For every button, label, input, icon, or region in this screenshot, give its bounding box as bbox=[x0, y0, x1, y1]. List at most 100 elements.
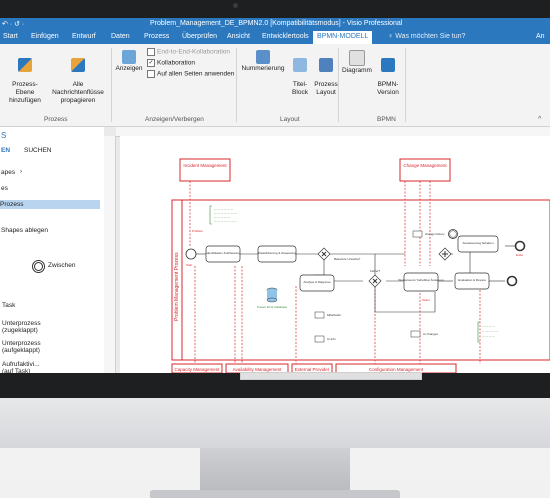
task-identifikation-label: Identifikation & Erfassung bbox=[206, 251, 240, 255]
prozess-ebene-label: Prozess-Ebene hinzufügen bbox=[9, 81, 41, 104]
desktop-scene: ↶ · ↺ · Problem_Management_DE_BPMN2.0 [K… bbox=[0, 0, 550, 498]
shapes-header: S bbox=[1, 131, 7, 140]
group-bpmn: BPMN bbox=[377, 116, 396, 123]
svg-text:— — — — — — —: — — — — — — — bbox=[214, 220, 237, 223]
pool-label: Problem Management Prozess bbox=[174, 252, 180, 321]
tell-me-search[interactable]: ♀ Was möchten Sie tun? bbox=[388, 33, 465, 40]
box-change-label: Change Management bbox=[403, 163, 447, 168]
envelope-icon bbox=[412, 230, 423, 238]
tab-daten[interactable]: Daten bbox=[111, 33, 130, 40]
checkbox-box bbox=[147, 48, 155, 56]
auf-allen-seiten-label: Auf allen Seiten anwenden bbox=[157, 70, 235, 78]
tab-start[interactable]: Start bbox=[3, 33, 18, 40]
task-klassifizierung-label: Klassifizierung & Zuweisung bbox=[258, 251, 296, 255]
bpmn-version-icon bbox=[381, 58, 395, 72]
nachrichtenfluesse-button[interactable]: Alle Nachrichtenflüsse propagieren bbox=[46, 50, 110, 105]
gateway-label: Bekannte Ursache? bbox=[334, 257, 361, 261]
task-workaround-label: Workaround / behebbar Änderung bbox=[398, 278, 444, 282]
stencil-list-item[interactable]: apes bbox=[1, 169, 15, 176]
vertical-ruler bbox=[104, 136, 116, 373]
flow-label-problem: Problem bbox=[192, 229, 204, 233]
process-layout-icon bbox=[319, 58, 333, 72]
titel-block-label: Titel- Block bbox=[292, 81, 308, 96]
svg-text:— — — — —: — — — — — bbox=[482, 330, 498, 333]
process-level-icon bbox=[18, 58, 32, 72]
ribbon-tabs: Start Einfügen Entwurf Daten Prozess Übe… bbox=[0, 31, 550, 44]
titel-block-button[interactable]: Titel- Block bbox=[288, 50, 312, 97]
horizontal-scrollbar[interactable] bbox=[240, 372, 422, 380]
kollaboration-checkbox[interactable]: ✓ Kollaboration bbox=[147, 59, 195, 67]
collapse-ribbon-icon[interactable]: ^ bbox=[538, 116, 541, 123]
stencil-unterprozess-auf[interactable]: Unterprozess (aufgeklappt) bbox=[2, 340, 52, 354]
e2e-kollaboration-checkbox[interactable]: End-to-End-Kollaboration bbox=[147, 48, 230, 56]
tab-entwicklertools[interactable]: Entwicklertools bbox=[262, 33, 309, 40]
stencil-zwischen[interactable]: Zwischen bbox=[48, 262, 75, 269]
task-aussteuerung-label: Aussteuerung beheben bbox=[462, 241, 493, 245]
stencil-aufruf-task[interactable]: Aufrufaktivi... (auf Task) bbox=[2, 361, 52, 373]
bpmn-version-label: BPMN- Version bbox=[377, 81, 399, 96]
tasks bbox=[205, 235, 499, 292]
task-workaround[interactable] bbox=[403, 272, 439, 292]
separator bbox=[236, 48, 237, 122]
start-event-icon[interactable] bbox=[185, 248, 197, 260]
message-flow-icon bbox=[71, 58, 85, 72]
lightbulb-icon: ♀ bbox=[388, 33, 394, 40]
svg-text:— — — — — —: — — — — — — bbox=[214, 208, 234, 211]
flow-label-start: Start bbox=[186, 263, 193, 267]
stencil-task[interactable]: Task bbox=[2, 302, 15, 309]
tab-prozess[interactable]: Prozess bbox=[144, 33, 169, 40]
prozess-layout-label: Prozess Layout bbox=[314, 81, 338, 96]
stencil-list-item[interactable]: es bbox=[1, 185, 8, 192]
bpmn-diagram: Problem Management Prozess Incident Mana… bbox=[171, 158, 550, 373]
stencil-list-item-selected[interactable]: Prozess bbox=[0, 200, 100, 209]
group-prozess: Prozess bbox=[44, 116, 68, 123]
quick-access-toolbar[interactable]: ↶ · ↺ · bbox=[2, 20, 24, 28]
camera-icon bbox=[233, 3, 238, 8]
show-icon bbox=[122, 50, 136, 64]
bpmn-version-button[interactable]: BPMN- Version bbox=[375, 50, 401, 97]
anzeigen-button[interactable]: Anzeigen bbox=[114, 50, 144, 73]
annotation-change-history: change history bbox=[425, 232, 445, 236]
tab-ueberpruefen[interactable]: Überprüfen bbox=[182, 33, 217, 40]
title-bar: ↶ · ↺ · Problem_Management_DE_BPMN2.0 [K… bbox=[0, 18, 550, 31]
svg-text:— — — — —: — — — — — bbox=[214, 216, 230, 219]
prozess-ebene-button[interactable]: Prozess-Ebene hinzufügen bbox=[3, 50, 47, 105]
box-incident-label: Incident Management bbox=[183, 163, 227, 168]
tab-ansicht[interactable]: Ansicht bbox=[227, 33, 250, 40]
tab-bpmn-modell[interactable]: BPMN-MODELL bbox=[313, 31, 373, 44]
tab-shapes[interactable]: EN bbox=[1, 147, 10, 154]
ribbon: Prozess-Ebene hinzufügen Alle Nachrichte… bbox=[0, 44, 550, 127]
user-account[interactable]: An bbox=[536, 33, 545, 40]
stencil-unterprozess-zu[interactable]: Unterprozess (zugeklappt) bbox=[2, 320, 52, 334]
tab-entwurf[interactable]: Entwurf bbox=[72, 33, 96, 40]
task-labels: Identifikation & Erfassung Klassifizieru… bbox=[206, 241, 494, 284]
flow-label-ende: Ende bbox=[516, 253, 523, 257]
group-anzeigen: Anzeigen/Verbergen bbox=[145, 116, 204, 123]
nummerierung-label: Nummerierung bbox=[241, 65, 285, 72]
drawing-page[interactable]: Problem Management Prozess Incident Mana… bbox=[120, 136, 550, 373]
numbering-icon bbox=[256, 50, 270, 64]
tab-suchen[interactable]: SUCHEN bbox=[24, 147, 51, 154]
shapes-panel: S EN SUCHEN apes › es Prozess Shapes abl… bbox=[0, 127, 105, 373]
intermediate-event-icon[interactable] bbox=[32, 260, 45, 273]
annotation-mitarbeiter: Mitarbeiter bbox=[327, 313, 341, 317]
drop-hint: Shapes ablegen bbox=[1, 227, 48, 234]
annotation-notes bbox=[209, 205, 480, 343]
flow-label-teilen: Teilen bbox=[422, 298, 430, 302]
checkbox-box bbox=[147, 70, 155, 78]
decision-label: Fehler? bbox=[370, 269, 381, 273]
auf-allen-seiten-checkbox[interactable]: Auf allen Seiten anwenden bbox=[147, 70, 234, 78]
datastore-label: Known Error Database bbox=[257, 305, 288, 309]
annotation-ci-info: Ci-info bbox=[327, 337, 336, 341]
diagramm-label: Diagramm bbox=[342, 67, 372, 74]
end-event-icon[interactable] bbox=[514, 240, 526, 252]
nummerierung-button[interactable]: Nummerierung bbox=[239, 50, 287, 73]
separator bbox=[338, 48, 339, 122]
diagramm-button[interactable]: Diagramm bbox=[340, 50, 374, 75]
chevron-right-icon[interactable]: › bbox=[20, 169, 22, 175]
end-event-icon[interactable] bbox=[506, 275, 518, 287]
prozess-layout-button[interactable]: Prozess Layout bbox=[312, 50, 340, 97]
checkbox-checked-icon: ✓ bbox=[147, 59, 155, 67]
tab-einfuegen[interactable]: Einfügen bbox=[31, 33, 59, 40]
separator bbox=[405, 48, 406, 122]
